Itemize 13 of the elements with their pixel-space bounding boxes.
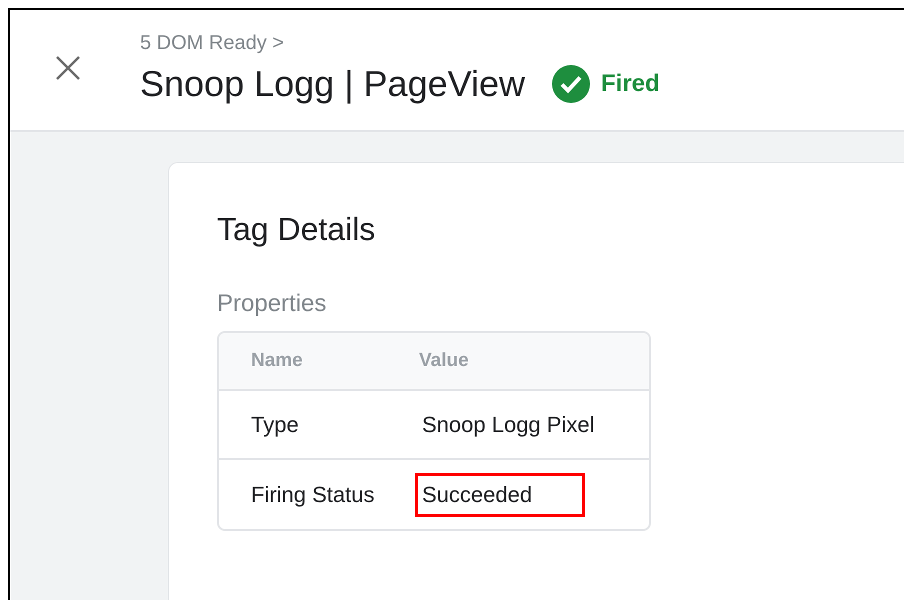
table-cell-text: Firing Status [251, 481, 376, 509]
table-cell-text: Snoop Logg Pixel [421, 411, 594, 439]
column-header: Value [419, 348, 469, 373]
column-header: Name [251, 348, 304, 373]
section-heading: Properties [217, 289, 328, 319]
table-cell: Succeeded [415, 472, 585, 516]
card-title: Tag Details [217, 210, 376, 249]
breadcrumb[interactable]: 5 DOM Ready > [140, 30, 660, 56]
check-circle-icon [551, 64, 591, 104]
close-icon [54, 54, 82, 82]
table-cell-text: Type [251, 411, 300, 439]
page-title: Snoop Logg | PageView [140, 62, 525, 106]
status-label: Fired [601, 69, 660, 99]
